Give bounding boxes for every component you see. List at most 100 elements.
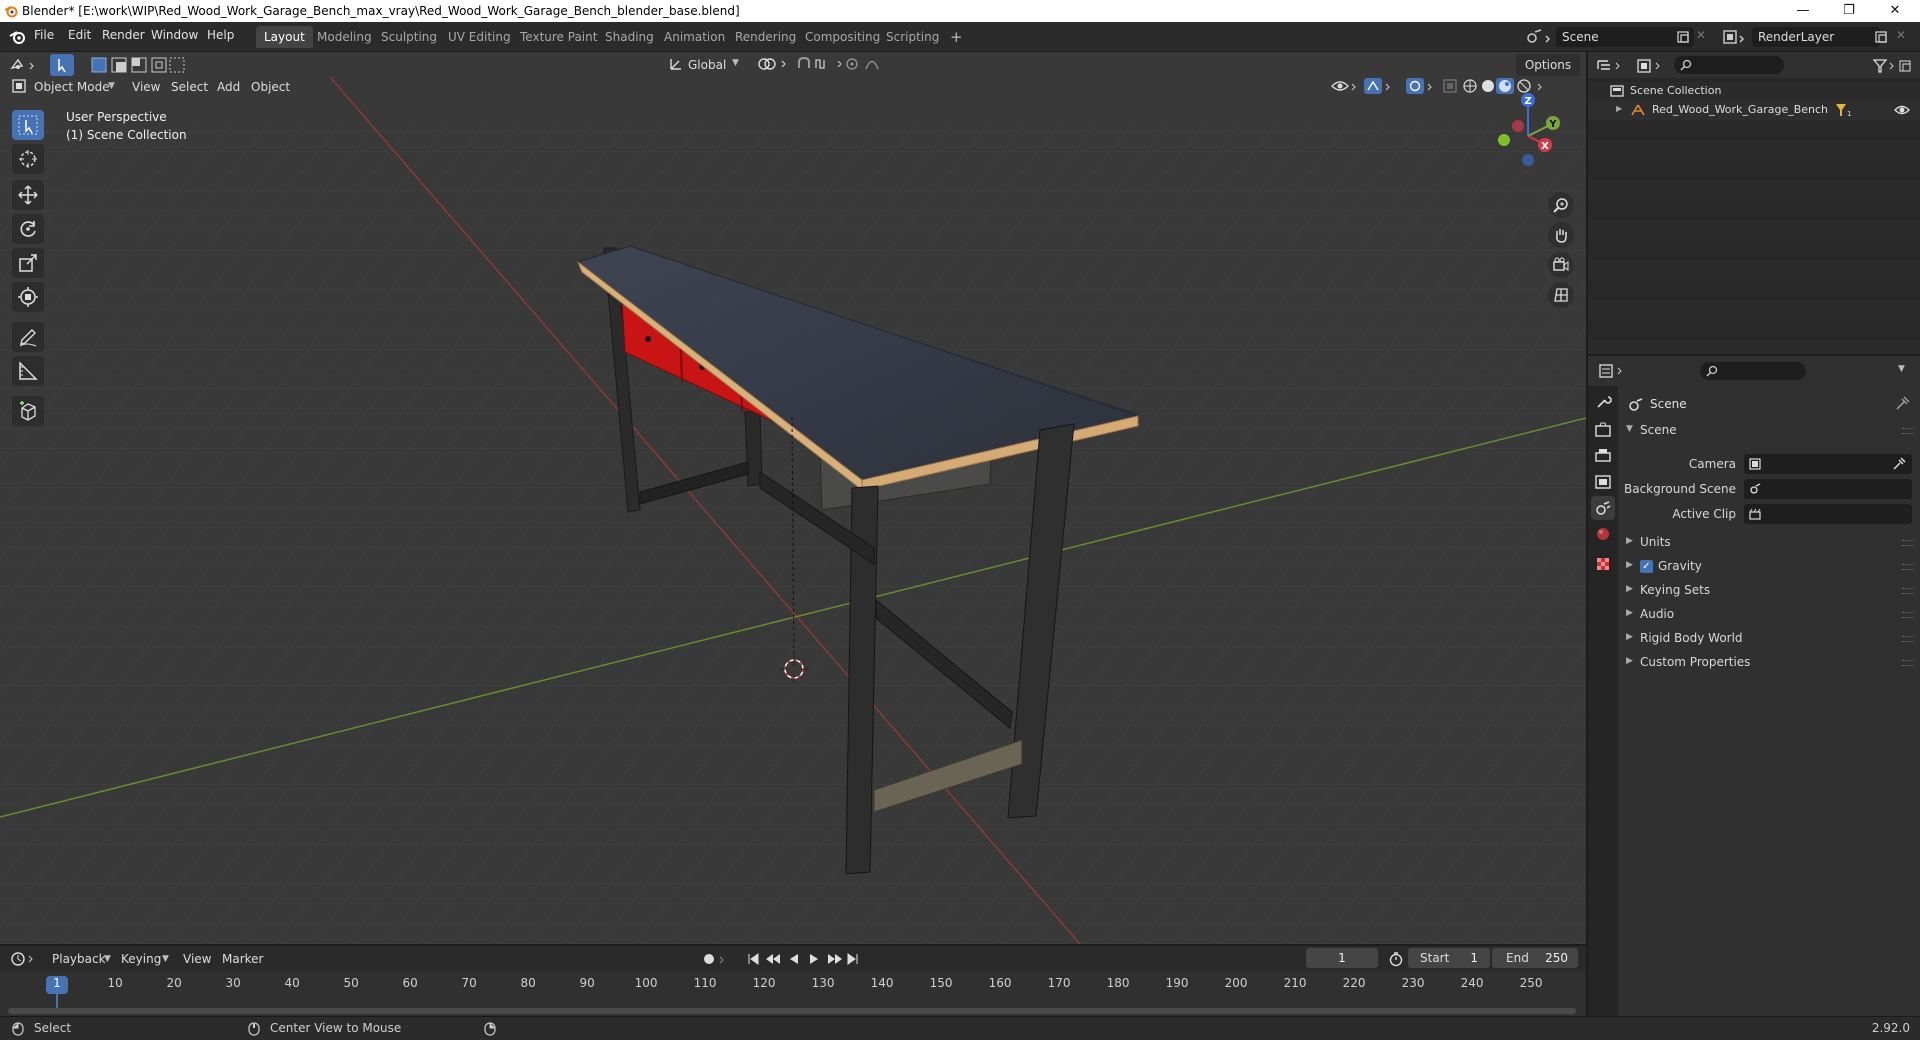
keying-sets-panel-header[interactable]: ▶ Keying Sets — [1622, 580, 1914, 602]
tab-output[interactable] — [1591, 444, 1615, 468]
current-frame-field[interactable]: 1 — [1306, 948, 1378, 968]
tab-texture-paint[interactable]: Texture Paint — [512, 26, 605, 48]
stopwatch-icon[interactable] — [1388, 951, 1404, 967]
rotate-tool-button[interactable] — [12, 214, 44, 244]
restore-button[interactable]: ❐ — [1826, 0, 1872, 22]
pan-view-button[interactable] — [1548, 222, 1574, 248]
scene-panel-header[interactable]: ▼ Scene — [1622, 420, 1914, 442]
display-mode-icon[interactable] — [1636, 58, 1666, 74]
pin-icon[interactable] — [1896, 396, 1910, 410]
timeline-editor-type-icon[interactable] — [10, 950, 38, 968]
menu-marker[interactable]: Marker — [222, 948, 263, 970]
zoom-view-button[interactable] — [1548, 192, 1574, 218]
eyedropper-icon[interactable] — [1892, 457, 1906, 471]
camera-view-button[interactable] — [1548, 252, 1574, 278]
mode-dropdown[interactable]: Object Mode — [34, 76, 110, 98]
scale-tool-button[interactable] — [12, 248, 44, 278]
start-frame-field[interactable]: Start 1 — [1408, 948, 1490, 968]
tab-animation[interactable]: Animation — [656, 26, 733, 48]
pivot-point-icon[interactable] — [756, 56, 792, 72]
tab-uv-editing[interactable]: UV Editing — [440, 26, 519, 48]
drag-grip-icon[interactable] — [1902, 428, 1914, 434]
tab-world[interactable] — [1591, 522, 1615, 546]
minimize-button[interactable]: — — [1780, 0, 1826, 22]
chevron-down-icon[interactable]: ▼ — [162, 954, 169, 964]
menu-render[interactable]: Render — [102, 28, 145, 42]
gravity-panel-header[interactable]: ▶ ✓ Gravity — [1622, 556, 1914, 578]
tab-scripting[interactable]: Scripting — [878, 26, 947, 48]
menu-edit[interactable]: Edit — [68, 28, 91, 42]
drag-grip-icon[interactable] — [1902, 636, 1914, 642]
tab-sculpting[interactable]: Sculpting — [373, 26, 445, 48]
drag-grip-icon[interactable] — [1902, 612, 1914, 618]
tab-rendering[interactable]: Rendering — [727, 26, 804, 48]
menu-file[interactable]: File — [34, 28, 54, 42]
chevron-down-icon[interactable]: ▼ — [1898, 364, 1905, 374]
drag-grip-icon[interactable] — [1902, 660, 1914, 666]
renderlayer-selector-icon[interactable] — [1722, 28, 1748, 46]
camera-field[interactable] — [1744, 454, 1912, 474]
tab-texture[interactable] — [1591, 552, 1615, 576]
expand-arrow-icon[interactable]: ▶ — [1616, 104, 1622, 113]
new-scene-icon[interactable] — [1676, 30, 1690, 44]
timeline-ruler-area[interactable]: 1 10 20 30 40 50 60 70 80 90 100 110 120 130 140 150 160… — [0, 972, 1586, 1016]
measure-tool-button[interactable] — [12, 356, 44, 386]
3d-viewport[interactable]: Global ▼ Options Object Mode ▼ View Sele… — [0, 52, 1586, 944]
options-dropdown[interactable]: Options — [1516, 54, 1580, 76]
active-clip-field[interactable] — [1744, 504, 1912, 524]
menu-window[interactable]: Window — [151, 28, 198, 42]
outliner-row-scene-collection[interactable]: Scene Collection — [1588, 82, 1920, 100]
filter-icon[interactable] — [1872, 58, 1916, 74]
gravity-checkbox[interactable]: ✓ — [1640, 560, 1653, 573]
add-cube-tool-button[interactable] — [12, 396, 44, 426]
editor-type-icon[interactable] — [8, 56, 40, 74]
drag-grip-icon[interactable] — [1902, 588, 1914, 594]
transform-orientation-icon[interactable] — [668, 56, 684, 72]
audio-panel-header[interactable]: ▶ Audio — [1622, 604, 1914, 626]
playback-controls[interactable] — [700, 950, 870, 968]
custom-properties-panel-header[interactable]: ▶ Custom Properties — [1622, 652, 1914, 674]
menu-keying[interactable]: Keying — [121, 948, 161, 970]
blender-menu-icon[interactable] — [8, 29, 26, 45]
end-frame-field[interactable]: End 250 — [1492, 948, 1578, 968]
menu-object[interactable]: Object — [251, 76, 290, 98]
delete-scene-icon[interactable]: ✕ — [1696, 28, 1706, 42]
drag-grip-icon[interactable] — [1902, 564, 1914, 570]
tab-compositing[interactable]: Compositing — [797, 26, 888, 48]
menu-help[interactable]: Help — [207, 28, 234, 42]
tab-shading[interactable]: Shading — [597, 26, 662, 48]
timeline-scrollbar[interactable] — [8, 1008, 1576, 1014]
drag-grip-icon[interactable] — [1902, 540, 1914, 546]
eye-visibility-icon[interactable] — [1894, 103, 1910, 117]
outliner-row-bench[interactable]: ▶ Red_Wood_Work_Garage_Bench 1 — [1588, 100, 1920, 120]
chevron-down-icon[interactable]: ▼ — [104, 954, 111, 964]
chevron-down-icon[interactable]: ▼ — [108, 81, 115, 91]
add-workspace-button[interactable]: + — [942, 26, 971, 48]
scene-field[interactable]: Scene — [1556, 27, 1694, 47]
ortho-toggle-button[interactable] — [1548, 282, 1574, 308]
proportional-editing-icon[interactable] — [844, 56, 896, 72]
menu-add[interactable]: Add — [217, 76, 240, 98]
renderlayer-field[interactable]: RenderLayer — [1752, 27, 1880, 47]
menu-view[interactable]: View — [132, 76, 160, 98]
cursor-tool-button[interactable] — [12, 144, 44, 174]
units-panel-header[interactable]: ▶ Units — [1622, 532, 1914, 554]
properties-search-input[interactable] — [1700, 362, 1806, 380]
navigation-gizmo[interactable]: Z Y X — [1480, 88, 1576, 184]
tab-view-layer[interactable] — [1591, 470, 1615, 494]
orientation-dropdown[interactable]: Global — [688, 54, 726, 76]
select-tool-button[interactable] — [12, 110, 44, 140]
object-mode-icon[interactable] — [12, 79, 26, 93]
tab-tool[interactable] — [1591, 390, 1615, 414]
delete-renderlayer-icon[interactable]: ✕ — [1896, 28, 1906, 42]
tab-scene[interactable] — [1591, 496, 1615, 520]
menu-timeline-view[interactable]: View — [183, 948, 211, 970]
tab-layout[interactable]: Layout — [256, 26, 313, 48]
annotate-tool-button[interactable] — [12, 322, 44, 352]
scene-selector-icon[interactable] — [1526, 28, 1552, 46]
new-renderlayer-icon[interactable] — [1874, 30, 1888, 44]
viewport-scene-canvas[interactable] — [0, 52, 1586, 944]
chevron-down-icon[interactable]: ▼ — [732, 58, 739, 68]
background-scene-field[interactable] — [1744, 479, 1912, 499]
properties-editor-type-icon[interactable] — [1598, 362, 1628, 380]
